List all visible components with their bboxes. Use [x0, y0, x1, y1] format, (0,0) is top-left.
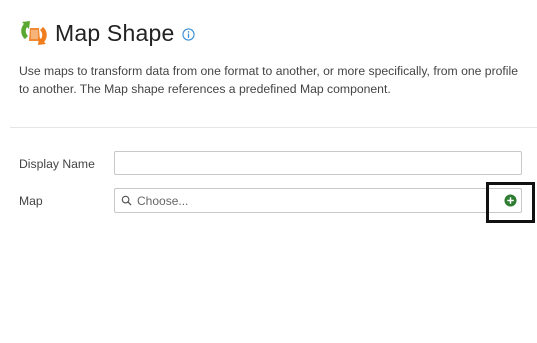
header: Map Shape — [19, 19, 196, 47]
add-circle-icon[interactable] — [504, 194, 517, 207]
display-name-field[interactable] — [114, 151, 522, 175]
map-shape-dialog: Map Shape Use maps to transform data fro… — [0, 0, 537, 343]
display-name-label: Display Name — [19, 157, 95, 171]
map-chooser-placeholder: Choose... — [137, 193, 189, 208]
map-label: Map — [19, 194, 43, 208]
info-icon[interactable] — [182, 27, 196, 41]
shape-description: Use maps to transform data from one form… — [19, 64, 518, 96]
divider — [10, 127, 537, 128]
page-title: Map Shape — [55, 19, 175, 46]
map-chooser-input[interactable]: Choose... — [114, 188, 522, 213]
map-shape-icon — [21, 21, 47, 45]
search-icon — [121, 195, 132, 206]
